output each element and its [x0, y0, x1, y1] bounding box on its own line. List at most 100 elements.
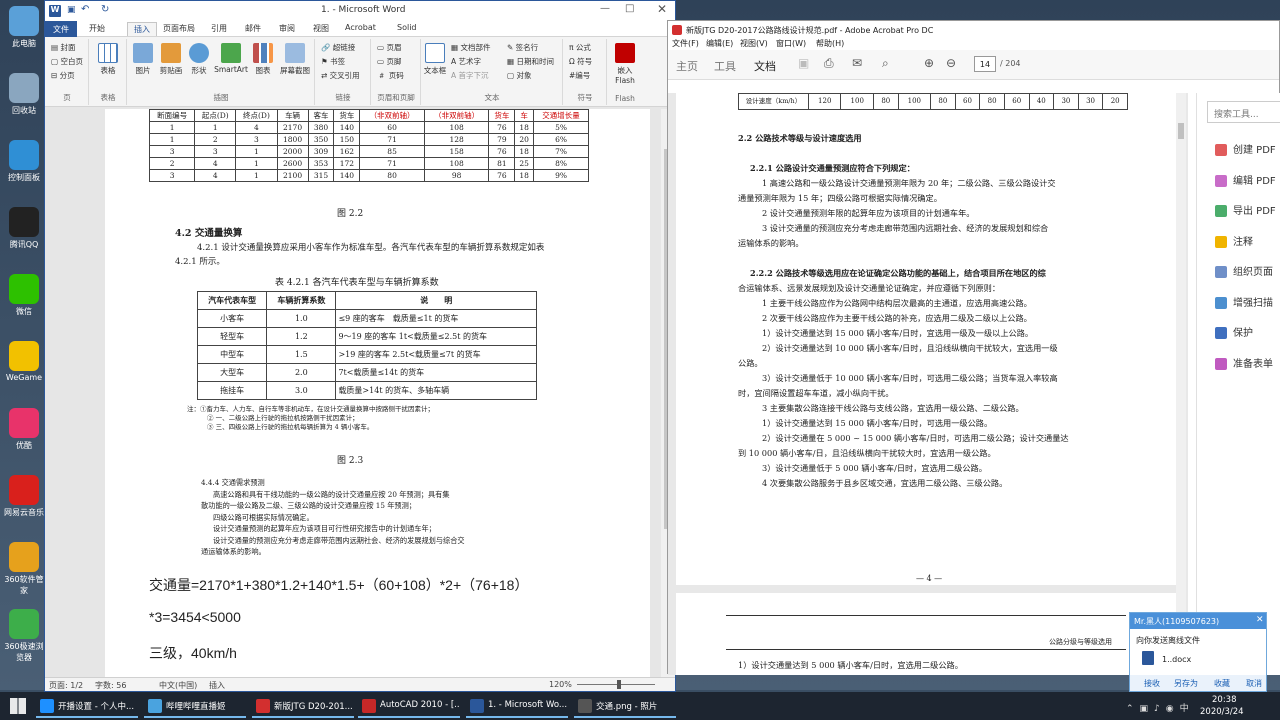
screenshot-button[interactable]: 屏幕截图 — [277, 43, 313, 76]
menu-item[interactable]: 视图(V) — [740, 38, 768, 49]
pdf-scrollbar[interactable] — [1176, 93, 1186, 675]
status-language[interactable]: 中文(中国) — [159, 680, 197, 691]
cross-reference-button[interactable]: ⇄ 交叉引用 — [321, 70, 360, 81]
footer-button[interactable]: ▭ 页脚 — [377, 56, 401, 67]
tab-5[interactable]: 邮件 — [245, 23, 261, 34]
pdf-page-next[interactable]: 公路分级与等级选用 1）设计交通量达到 5 000 辆小客车/日时，宜选用二级公… — [676, 593, 1176, 675]
desktop-icon[interactable]: 网易云音乐 — [2, 475, 46, 518]
close-icon[interactable]: ✕ — [657, 2, 667, 16]
chart-button[interactable]: 图表 — [249, 43, 277, 76]
taskbar-item[interactable]: 1. - Microsoft Wo... — [466, 694, 568, 718]
tab-7[interactable]: 视图 — [313, 23, 329, 34]
embed-flash-button[interactable]: 嵌入Flash — [609, 43, 641, 85]
tab-3[interactable]: 页面布局 — [163, 23, 195, 34]
textbox-button[interactable]: 文本框 — [423, 43, 447, 76]
tab-8[interactable]: Acrobat — [345, 23, 376, 32]
table-button[interactable]: 表格 — [93, 43, 123, 76]
desktop-icon[interactable]: 腾讯QQ — [2, 207, 46, 250]
desktop-icon[interactable]: 控制面板 — [2, 140, 46, 183]
tab-9[interactable]: Solid — [397, 23, 417, 32]
save-icon[interactable]: ▣ — [67, 5, 76, 15]
pdf-page[interactable]: 设计速度（km/h） 120 100 80 100 80 60 80 60 40 30 30 20 2.… — [676, 92, 1176, 585]
page-up-icon[interactable]: ⊕ — [924, 56, 934, 70]
menu-item[interactable]: 编辑(E) — [706, 38, 733, 49]
status-page[interactable]: 页面: 1/2 — [49, 680, 83, 691]
desktop-icon[interactable]: 此电脑 — [2, 6, 46, 49]
zoom-slider-thumb[interactable] — [617, 680, 621, 689]
desktop-icon[interactable]: WeGame — [2, 341, 46, 382]
minimize-icon[interactable]: — — [600, 3, 610, 14]
tool-7[interactable]: 准备表单 — [1215, 355, 1273, 370]
quick-parts-button[interactable]: ▦ 文档部件 — [451, 42, 490, 53]
word-page[interactable]: 断面编号 起点(D) 终点(D) 车辆 客车 货车 （非双前轴） （非双前轴） 货车车交通增长量… — [105, 109, 650, 679]
save-icon[interactable]: ▣ — [798, 56, 809, 70]
save-as-button[interactable]: 另存为 — [1174, 678, 1198, 689]
tool-1[interactable]: 编辑 PDF — [1215, 172, 1276, 187]
date-time-button[interactable]: ▦ 日期和时间 — [507, 56, 554, 67]
cancel-button[interactable]: 取消 — [1246, 678, 1262, 689]
tab-1[interactable]: 开始 — [89, 23, 105, 34]
object-button[interactable]: ▢ 对象 — [507, 70, 531, 81]
tray-icons[interactable]: ⌃▣♪◉中 — [1126, 701, 1195, 714]
shapes-button[interactable]: 形状 — [185, 43, 213, 76]
hyperlink-button[interactable]: 🔗 超链接 — [321, 42, 355, 53]
menu-item[interactable]: 帮助(H) — [816, 38, 844, 49]
tab-document[interactable]: 文档 — [754, 58, 776, 74]
status-insert-mode[interactable]: 插入 — [209, 680, 225, 691]
page-number-button[interactable]: #️ 页码 — [377, 70, 404, 81]
tab-tools[interactable]: 工具 — [714, 58, 736, 74]
page-break-button[interactable]: ⊟ 分页 — [51, 70, 75, 81]
desktop-icon[interactable]: 优酷 — [2, 408, 46, 451]
blank-page-button[interactable]: ▢ 空白页 — [51, 56, 83, 67]
chat-file-name[interactable]: 1..docx — [1162, 655, 1191, 664]
zoom-level[interactable]: 120% — [549, 680, 572, 689]
taskbar-item[interactable]: 新版JTG D20-201... — [252, 694, 354, 718]
accept-button[interactable]: 接收 — [1144, 678, 1160, 689]
picture-button[interactable]: 图片 — [129, 43, 157, 76]
tool-0[interactable]: 创建 PDF — [1215, 141, 1276, 156]
clock-time[interactable]: 20:38 — [1212, 695, 1237, 705]
search-tools-input[interactable]: 搜索工具... — [1207, 101, 1280, 123]
equation-button[interactable]: π 公式 — [569, 42, 591, 53]
desktop-icon[interactable]: 回收站 — [2, 73, 46, 116]
taskbar-item[interactable]: 哔哩哔哩直播姬 — [144, 694, 246, 718]
favorite-button[interactable]: 收藏 — [1214, 678, 1230, 689]
cover-page-button[interactable]: ▤ 封面 — [51, 42, 75, 53]
page-number-input[interactable]: 14 — [974, 56, 996, 72]
menu-item[interactable]: 文件(F) — [672, 38, 699, 49]
tab-6[interactable]: 审阅 — [279, 23, 295, 34]
numbering-button[interactable]: #编号 — [569, 70, 590, 81]
tool-2[interactable]: 导出 PDF — [1215, 202, 1276, 217]
menu-item[interactable]: 窗口(W) — [776, 38, 806, 49]
windows-start-icon[interactable] — [10, 698, 26, 714]
zoom-slider[interactable] — [577, 684, 655, 685]
email-icon[interactable]: ✉ — [852, 56, 862, 70]
redo-icon[interactable]: ↻ — [101, 4, 109, 15]
maximize-icon[interactable]: □ — [625, 3, 634, 14]
tab-4[interactable]: 引用 — [211, 23, 227, 34]
tool-5[interactable]: 增强扫描 — [1215, 294, 1273, 309]
taskbar-item[interactable]: AutoCAD 2010 - [... — [358, 694, 460, 718]
qq-file-notification[interactable]: Mr.黑人(1109507623) ✕ 向你发送离线文件 1..docx 接收 … — [1129, 612, 1267, 692]
desktop-icon[interactable]: 360极速浏览器 — [2, 609, 46, 663]
chat-close-icon[interactable]: ✕ — [1256, 615, 1264, 625]
search-icon[interactable]: ⌕ — [882, 56, 889, 71]
signature-line-button[interactable]: ✎ 签名行 — [507, 42, 538, 53]
smartart-button[interactable]: SmartArt — [213, 43, 249, 74]
taskbar-item[interactable]: 开播设置 - 个人中... — [36, 694, 138, 718]
header-button[interactable]: ▭ 页眉 — [377, 42, 401, 53]
desktop-icon[interactable]: 微信 — [2, 274, 46, 317]
wordart-button[interactable]: A 艺术字 — [451, 56, 481, 67]
tool-4[interactable]: 组织页面 — [1215, 263, 1273, 278]
tool-3[interactable]: 注释 — [1215, 233, 1253, 248]
tab-0[interactable]: 文件 — [45, 21, 77, 37]
taskbar-item[interactable]: 交通.png - 照片 — [574, 694, 676, 718]
tab-home[interactable]: 主页 — [676, 58, 698, 74]
status-words[interactable]: 字数: 56 — [95, 680, 126, 691]
clock-date[interactable]: 2020/3/24 — [1200, 707, 1244, 717]
tool-6[interactable]: 保护 — [1215, 324, 1253, 339]
clipart-button[interactable]: 剪贴画 — [157, 43, 185, 76]
desktop-icon[interactable]: 360软件管家 — [2, 542, 46, 596]
symbol-button[interactable]: Ω 符号 — [569, 56, 592, 67]
drop-cap-button[interactable]: A 首字下沉 — [451, 70, 489, 81]
